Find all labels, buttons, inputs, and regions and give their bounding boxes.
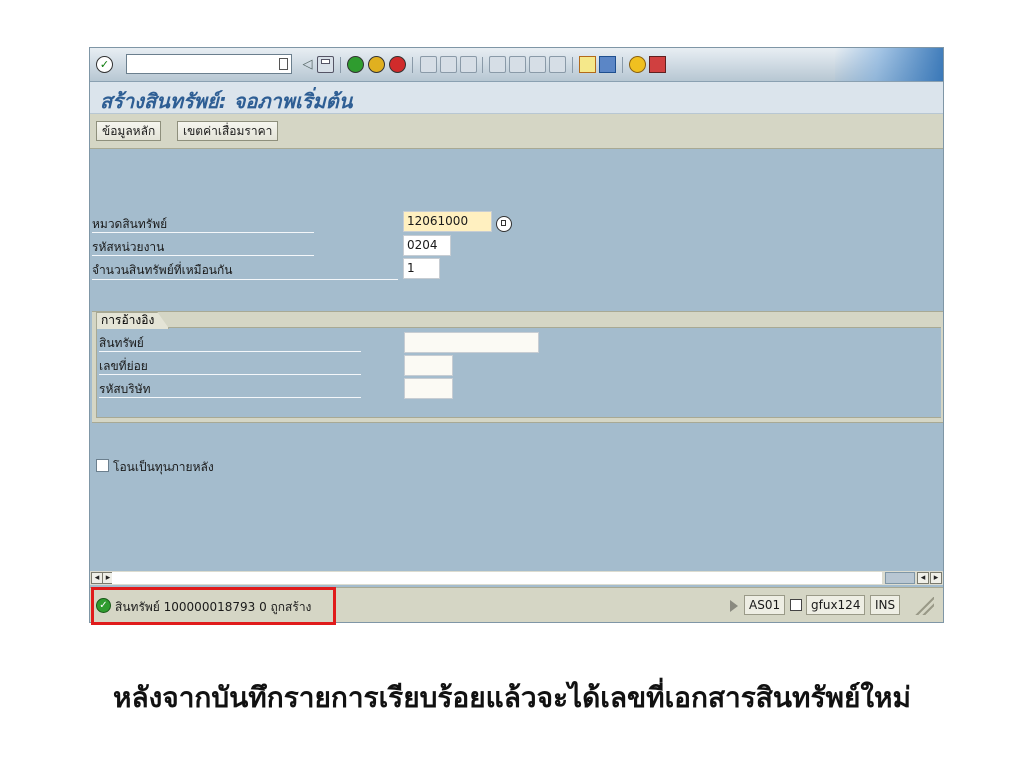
help-icon[interactable] [629, 56, 646, 73]
scroll-right-icon[interactable]: ▸ [930, 572, 942, 584]
sap-logo-swoosh [835, 48, 943, 81]
input-mode[interactable]: INS [870, 595, 901, 615]
toolbar-separator [622, 57, 623, 73]
shortcut-icon[interactable] [599, 56, 616, 73]
transaction-code: AS01 [744, 595, 786, 615]
session-list-icon[interactable] [790, 599, 802, 611]
next-page-icon[interactable] [529, 56, 546, 73]
command-field[interactable] [126, 54, 292, 74]
exit-icon[interactable] [368, 56, 385, 73]
label-underline [92, 279, 398, 280]
status-expand-icon[interactable] [730, 600, 738, 612]
post-cap-checkbox[interactable] [96, 459, 109, 472]
application-toolbar: ข้อมูลหลัก เขตค่าเสื่อมราคา [90, 114, 943, 149]
label-underline [92, 232, 314, 233]
find-icon[interactable] [440, 56, 457, 73]
ref-subnumber-field[interactable] [404, 355, 453, 376]
page-title: สร้างสินทรัพย์: จอภาพเริ่มต้น [100, 89, 353, 113]
cancel-icon[interactable] [389, 56, 406, 73]
ref-asset-field[interactable] [404, 332, 539, 353]
label-underline [92, 255, 314, 256]
first-page-icon[interactable] [489, 56, 506, 73]
num-similar-label: จำนวนสินทรัพย์ที่เหมือนกัน [92, 263, 233, 277]
resize-grip-icon[interactable] [910, 597, 934, 615]
prev-page-icon[interactable] [509, 56, 526, 73]
num-similar-field[interactable]: 1 [403, 258, 440, 279]
asset-class-field[interactable]: 12061000 [403, 211, 492, 232]
layout-icon[interactable] [649, 56, 666, 73]
label-underline [99, 397, 361, 398]
scroll-left-icon[interactable]: ◂ [917, 572, 929, 584]
ref-company-code-field[interactable] [404, 378, 453, 399]
back-icon[interactable]: ◁ [299, 56, 316, 73]
toolbar-separator [572, 57, 573, 73]
toolbar-separator [482, 57, 483, 73]
standard-toolbar: ✓ ◁ [90, 48, 943, 82]
toolbar-separator [412, 57, 413, 73]
depreciation-areas-button[interactable]: เขตค่าเสื่อมราคา [177, 121, 279, 141]
back-green-icon[interactable] [347, 56, 364, 73]
reference-tab: การอ้างอิง [96, 312, 169, 329]
reference-group: สินทรัพย์ เลขที่ย่อย รหัสบริษัท การอ้างอ… [92, 311, 943, 423]
post-cap-label: โอนเป็นทุนภายหลัง [113, 460, 214, 474]
company-unit-field[interactable]: 0204 [403, 235, 451, 256]
ok-icon[interactable]: ✓ [96, 56, 113, 73]
create-session-icon[interactable] [579, 56, 596, 73]
save-icon[interactable] [317, 56, 334, 73]
label-underline [99, 351, 361, 352]
scroll-track[interactable] [112, 572, 882, 584]
reference-group-body: สินทรัพย์ เลขที่ย่อย รหัสบริษัท [96, 327, 941, 418]
toolbar-separator [340, 57, 341, 73]
sap-window: ✓ ◁ สร้างสินทรัพย์: จอภาพเริ่มต้น ข้อมูล… [89, 47, 944, 623]
horizontal-scrollbar[interactable]: ◂ ▸ ◂ ▸ [90, 571, 943, 585]
value-help-icon[interactable] [496, 216, 512, 232]
server-name: gfux124 [806, 595, 866, 615]
last-page-icon[interactable] [549, 56, 566, 73]
slide-caption: หลังจากบันทึกรายการเรียบร้อยแล้วจะได้เลข… [113, 681, 911, 714]
master-data-button[interactable]: ข้อมูลหลัก [96, 121, 162, 141]
title-bar: สร้างสินทรัพย์: จอภาพเริ่มต้น [90, 82, 943, 114]
print-icon[interactable] [420, 56, 437, 73]
label-underline [99, 374, 361, 375]
command-history-icon[interactable] [279, 58, 288, 70]
find-next-icon[interactable] [460, 56, 477, 73]
scroll-thumb[interactable] [885, 572, 915, 584]
highlight-box [91, 587, 336, 625]
